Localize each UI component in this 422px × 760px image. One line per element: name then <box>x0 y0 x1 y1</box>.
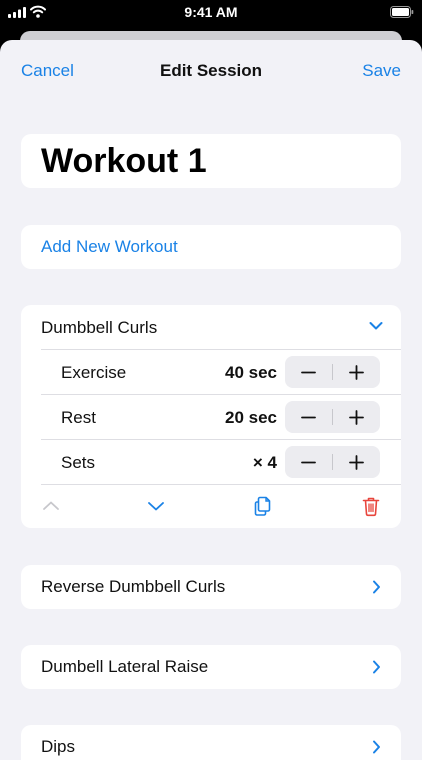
exercise-duration-stepper <box>285 356 380 388</box>
chevron-right-icon <box>373 740 380 754</box>
exercise-name: Reverse Dumbbell Curls <box>41 577 226 596</box>
status-bar: 9:41 AM <box>0 0 422 26</box>
minus-icon <box>301 416 316 419</box>
exercise-name: Dips <box>41 737 76 756</box>
decrement-button[interactable] <box>285 446 332 478</box>
exercise-card-collapsed[interactable]: Dumbell Lateral Raise <box>21 645 401 689</box>
page-title: Edit Session <box>159 61 263 80</box>
divider <box>41 349 401 350</box>
battery-icon <box>390 6 414 18</box>
decrement-button[interactable] <box>285 356 332 388</box>
sets-value: × 4 <box>252 453 277 472</box>
exercise-duration-value: 40 sec <box>225 363 277 382</box>
rest-duration-value: 20 sec <box>225 408 277 427</box>
add-new-workout-button[interactable]: Add New Workout <box>21 225 401 269</box>
exercise-name[interactable]: Dumbbell Curls <box>41 318 157 338</box>
increment-button[interactable] <box>333 356 380 388</box>
divider <box>41 439 401 440</box>
duplicate-icon[interactable] <box>252 495 274 517</box>
plus-icon <box>349 455 364 470</box>
workout-title-field[interactable]: Workout 1 <box>21 134 401 188</box>
sets-label: Sets <box>61 453 96 472</box>
add-new-workout-label: Add New Workout <box>41 237 178 256</box>
move-up-icon[interactable] <box>40 495 62 517</box>
move-down-icon[interactable] <box>145 495 167 517</box>
status-time: 9:41 AM <box>184 4 238 20</box>
save-button[interactable]: Save <box>362 61 401 81</box>
divider <box>41 394 401 395</box>
rest-duration-stepper <box>285 401 380 433</box>
increment-button[interactable] <box>333 401 380 433</box>
chevron-right-icon <box>373 580 380 594</box>
plus-icon <box>349 410 364 425</box>
plus-icon <box>349 365 364 380</box>
exercise-card-expanded: Dumbbell Curls Exercise 40 sec Rest 20 s… <box>21 305 401 528</box>
chevron-right-icon <box>373 660 380 674</box>
workout-title[interactable]: Workout 1 <box>41 142 207 181</box>
exercise-duration-label: Exercise <box>61 363 127 382</box>
exercise-card-collapsed[interactable]: Reverse Dumbbell Curls <box>21 565 401 609</box>
minus-icon <box>301 371 316 374</box>
divider <box>41 484 401 485</box>
decrement-button[interactable] <box>285 401 332 433</box>
sets-stepper <box>285 446 380 478</box>
edit-session-sheet: Cancel Edit Session Save Workout 1 Add N… <box>0 40 422 760</box>
increment-button[interactable] <box>333 446 380 478</box>
trash-icon[interactable] <box>360 495 382 517</box>
chevron-down-icon[interactable] <box>369 321 383 331</box>
minus-icon <box>301 461 316 464</box>
rest-duration-label: Rest <box>61 408 96 427</box>
exercise-card-collapsed[interactable]: Dips <box>21 725 401 760</box>
exercise-name: Dumbell Lateral Raise <box>41 657 209 676</box>
